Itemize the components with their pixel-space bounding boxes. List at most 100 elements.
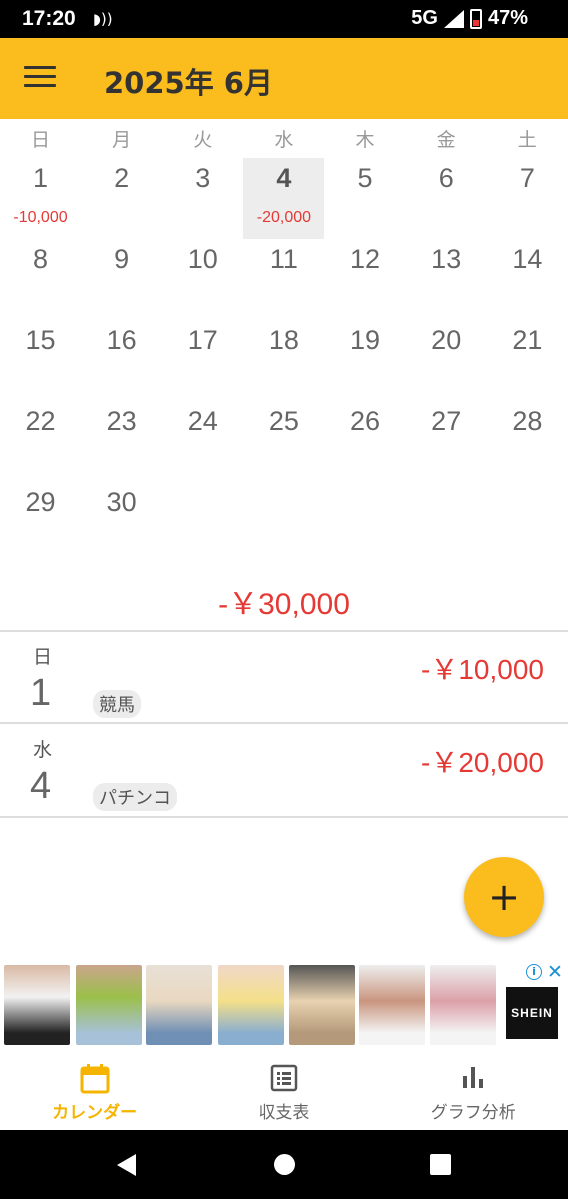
ad-image[interactable] [359,965,425,1045]
calendar-day[interactable]: 22 [0,401,81,482]
calendar-day[interactable]: 21 [487,320,568,401]
day-number: 17 [187,325,218,355]
list-item[interactable]: 水 4 パチンコ -￥20,000 [0,725,568,817]
calendar-day[interactable]: 7 [487,158,568,239]
calendar-day[interactable]: 12 [325,239,406,320]
weekday-label: 火 [193,129,213,151]
day-number: 23 [106,406,137,436]
ad-image[interactable] [76,965,142,1045]
ad-image[interactable] [146,965,212,1045]
nav-label: 収支表 [258,1103,310,1123]
calendar-day[interactable]: 29 [0,482,81,563]
calendar-day[interactable]: 18 [243,320,324,401]
battery-level: 47% [487,7,528,29]
calendar-day[interactable]: 16 [81,320,162,401]
ad-info-icon[interactable]: i [526,964,542,980]
calendar-day-selected[interactable]: 4 -20,000 [243,158,325,239]
calendar-day[interactable]: 5 [325,158,406,239]
day-number: 19 [350,325,381,355]
ad-image[interactable] [430,965,496,1045]
divider [0,722,568,724]
calendar-day[interactable]: 26 [325,401,406,482]
status-bar: 17:20 ◗)) 5G 47% [0,0,568,38]
calendar-day[interactable]: 6 [406,158,487,239]
day-amount: -10,000 [13,209,68,226]
brand-logo[interactable]: SHEIN [506,987,558,1039]
calendar-day[interactable]: 11 [243,239,324,320]
home-icon[interactable] [274,1154,295,1175]
ad-close-icon[interactable]: ✕ [547,961,563,983]
calendar-day[interactable]: 17 [162,320,243,401]
calendar-day[interactable]: 20 [406,320,487,401]
app-bar: 2025年 6月 [0,38,568,119]
calendar-day[interactable]: 23 [81,401,162,482]
calendar-day[interactable]: 14 [487,239,568,320]
nav-calendar[interactable]: カレンダー [0,1048,189,1130]
battery-icon [469,8,482,29]
ad-image[interactable] [4,965,70,1045]
day-number: 27 [431,406,462,436]
entry-amount: -￥20,000 [421,747,544,778]
ad-image[interactable] [289,965,355,1045]
calendar-day[interactable]: 2 [81,158,162,239]
day-number: 14 [512,244,543,274]
day-number: 20 [431,325,462,355]
signal-icon [443,9,464,28]
calendar-day[interactable]: 28 [487,401,568,482]
weekday-label: 日 [31,129,51,151]
day-number: 2 [114,163,130,193]
day-number: 16 [106,325,137,355]
back-icon[interactable] [117,1154,136,1176]
day-number: 25 [268,406,299,436]
day-number: 21 [512,325,543,355]
recents-icon[interactable] [430,1154,451,1175]
calendar-day[interactable]: 1 -10,000 [0,158,81,239]
day-number: 26 [350,406,381,436]
nav-summary[interactable]: 収支表 [189,1048,378,1130]
day-number: 8 [32,244,49,274]
day-number: 18 [268,325,299,355]
calendar-day[interactable]: 27 [406,401,487,482]
day-amount: -20,000 [256,209,312,226]
day-number: 13 [431,244,462,274]
nav-label: カレンダー [52,1103,138,1123]
weekday-header: 日月火水木金土 [0,125,568,155]
entry-day: 4 [30,765,52,807]
list-item[interactable]: 日 1 競馬 -￥10,000 [0,632,568,724]
add-entry-button[interactable]: + [464,857,544,937]
entry-weekday: 水 [33,739,53,761]
day-number: 7 [519,163,535,193]
page-title[interactable]: 2025年 6月 [104,60,273,102]
menu-icon[interactable] [24,66,56,90]
calendar-day[interactable]: 30 [81,482,162,563]
plus-icon: + [488,875,520,919]
calendar-day[interactable]: 13 [406,239,487,320]
calendar-day[interactable]: 3 [162,158,243,239]
weekday-label: 水 [274,129,294,151]
calendar-day[interactable]: 19 [325,320,406,401]
calendar-day[interactable]: 9 [81,239,162,320]
status-time: 17:20 [22,7,76,30]
entry-day: 1 [30,672,52,714]
ad-banner[interactable]: SHEIN i ✕ [0,961,568,1047]
calendar-day[interactable]: 24 [162,401,243,482]
ad-image[interactable] [218,965,284,1045]
day-number: 29 [25,487,56,517]
day-number: 1 [32,163,49,193]
day-number: 24 [187,406,218,436]
day-number: 30 [106,487,137,517]
calendar-day[interactable]: 15 [0,320,81,401]
system-nav-bar [0,1130,568,1199]
network-label: 5G [411,7,438,29]
divider [0,816,568,818]
day-number: 12 [350,244,381,274]
list-icon [270,1064,298,1092]
weekday-label: 土 [517,129,537,151]
nfc-icon: ◗)) [93,10,113,28]
calendar-day[interactable]: 25 [243,401,324,482]
nav-graph[interactable]: グラフ分析 [379,1048,568,1130]
calendar-day[interactable]: 8 [0,239,81,320]
day-number: 3 [195,163,211,193]
calendar-day[interactable]: 10 [162,239,243,320]
entry-category: 競馬 [93,690,141,718]
